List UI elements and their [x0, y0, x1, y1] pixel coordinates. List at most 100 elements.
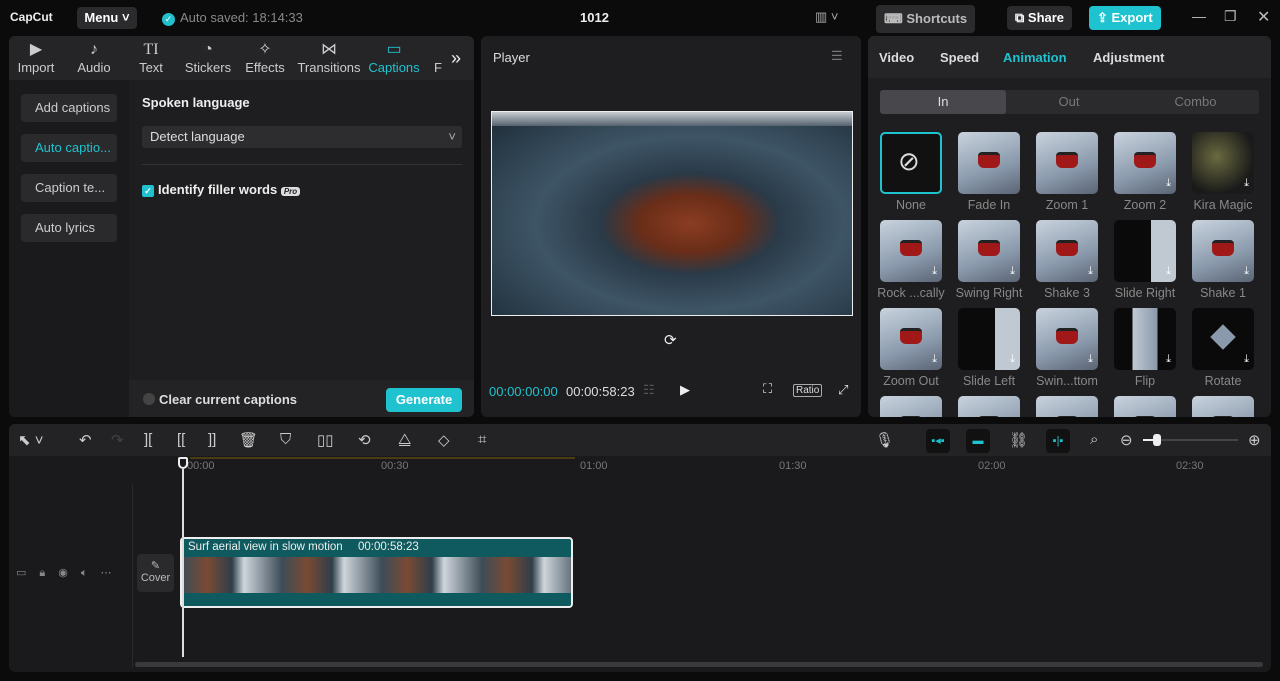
tab-video[interactable]: Video [879, 50, 914, 65]
redo-icon[interactable]: ↷ [111, 431, 124, 449]
animation-thumb[interactable]: ⤓ [1036, 308, 1098, 370]
split-icon[interactable]: ][ [144, 431, 152, 448]
combo-tab[interactable]: Combo [1132, 90, 1259, 114]
language-select[interactable]: Detect language ˅ [142, 126, 462, 148]
generate-button[interactable]: Generate [386, 388, 462, 412]
animation-thumb[interactable]: ⤓ [1114, 132, 1176, 194]
animation-thumb[interactable]: ⤓ [1114, 308, 1176, 370]
rotate-clip-icon[interactable]: ◇ [438, 431, 450, 449]
download-icon[interactable]: ⤓ [1244, 265, 1249, 278]
mirror-icon[interactable]: ⧋ [398, 431, 411, 448]
download-icon[interactable]: ⤓ [1244, 177, 1249, 190]
layout-icon[interactable]: ▥ ˅ [815, 9, 839, 25]
download-icon[interactable]: ⤓ [1010, 265, 1015, 278]
crop-icon[interactable]: ⌗ [478, 431, 486, 448]
zoom-out-icon[interactable]: ⊖ [1120, 431, 1133, 449]
more-icon[interactable]: ⋯ [100, 567, 124, 579]
shortcuts-button[interactable]: ⌨ Shortcuts [876, 5, 976, 33]
tab-adjustment[interactable]: Adjustment [1093, 50, 1165, 65]
in-tab[interactable]: In [880, 90, 1006, 114]
cover-button[interactable]: ✎ Cover [137, 554, 174, 592]
playhead-handle[interactable] [178, 457, 188, 469]
animation-thumb[interactable]: ⤓ [958, 220, 1020, 282]
animation-thumb[interactable] [1114, 396, 1176, 417]
zoom-slider-handle[interactable] [1153, 434, 1162, 446]
animation-thumb[interactable]: ⤓ [958, 308, 1020, 370]
animation-thumb[interactable] [1192, 396, 1254, 417]
animation-thumb[interactable]: ⤓ [1036, 220, 1098, 282]
tab-captions[interactable]: ▭ Captions [367, 40, 421, 75]
tab-text[interactable]: TI Text [133, 40, 169, 75]
eye-icon[interactable]: ◉ [58, 567, 81, 579]
animation-thumb[interactable]: ⊘ [880, 132, 942, 194]
zoom-to-fit-icon[interactable]: ⌕ [1090, 431, 1098, 448]
delete-icon[interactable]: 🗑 [239, 431, 258, 449]
download-icon[interactable]: ⤓ [1166, 177, 1171, 190]
clear-captions-checkbox[interactable]: Clear current captions [143, 392, 297, 407]
animation-thumb[interactable] [1036, 396, 1098, 417]
minimize-icon[interactable]: — [1192, 8, 1206, 24]
animation-thumb[interactable]: ⤓ [880, 308, 942, 370]
fullscreen-crop-icon[interactable]: ⛶ [763, 381, 772, 397]
download-icon[interactable]: ⤓ [1244, 353, 1249, 366]
download-icon[interactable]: ⤓ [1166, 353, 1171, 366]
timeline-list-icon[interactable]: ☷ [643, 382, 655, 398]
tab-audio[interactable]: ♪ Audio [73, 40, 115, 75]
auto-lyrics-button[interactable]: Auto lyrics [21, 214, 117, 242]
animation-thumb[interactable]: ⤓ [1192, 132, 1254, 194]
download-icon[interactable]: ⤓ [1010, 353, 1015, 366]
lock-icon[interactable]: 🔒︎ [39, 567, 58, 579]
animation-thumb[interactable] [880, 396, 942, 417]
filler-words-checkbox[interactable]: ✓ Identify filler words Pro [142, 182, 301, 197]
timeline-scrollbar[interactable] [135, 662, 1263, 667]
playhead[interactable] [182, 469, 184, 657]
rotate-icon[interactable]: ⟳ [664, 331, 677, 349]
split-left-icon[interactable]: [[ [177, 431, 185, 448]
freeze-icon[interactable]: ▯▯ [317, 431, 334, 449]
video-preview[interactable] [491, 111, 853, 316]
animation-thumb[interactable]: ⤓ [880, 220, 942, 282]
play-icon[interactable]: ▶ [680, 382, 690, 398]
export-button[interactable]: ⇪ Export [1089, 6, 1161, 30]
undo-icon[interactable]: ↶ [79, 431, 92, 449]
player-menu-icon[interactable]: ☰ [831, 48, 843, 64]
tab-transitions[interactable]: ⋈ Transitions [297, 40, 361, 75]
video-clip[interactable]: Surf aerial view in slow motion 00:00:58… [180, 537, 573, 608]
expand-icon[interactable]: ⤢ [838, 382, 848, 398]
ratio-button[interactable]: Ratio [793, 384, 823, 397]
tab-speed[interactable]: Speed [940, 50, 979, 65]
download-icon[interactable]: ⤓ [932, 353, 937, 366]
maximize-icon[interactable]: ❐ [1224, 8, 1237, 25]
more-tabs-icon[interactable]: » [451, 48, 461, 69]
main-track-magnet-icon[interactable]: ▪◂▪ [926, 429, 950, 453]
tab-effects[interactable]: ✧ Effects [244, 40, 286, 75]
tab-import[interactable]: ▶ Import [15, 40, 57, 75]
caption-template-button[interactable]: Caption te... [21, 174, 117, 202]
zoom-slider[interactable] [1143, 434, 1238, 446]
animation-thumb[interactable] [958, 132, 1020, 194]
auto-snap-icon[interactable]: ▬ [966, 429, 990, 453]
animation-thumb[interactable]: ⤓ [1192, 308, 1254, 370]
auto-captions-button[interactable]: Auto captio... [21, 134, 117, 162]
link-icon[interactable]: ⛓ [1009, 431, 1028, 449]
reverse-icon[interactable]: ⟲ [358, 431, 371, 449]
close-icon[interactable]: ✕ [1257, 7, 1270, 27]
animation-thumb[interactable]: ⤓ [1192, 220, 1254, 282]
out-tab[interactable]: Out [1006, 90, 1132, 114]
marker-icon[interactable]: ⛉ [280, 431, 291, 448]
download-icon[interactable]: ⤓ [932, 265, 937, 278]
tab-animation[interactable]: Animation [1003, 50, 1067, 65]
download-icon[interactable]: ⤓ [1166, 265, 1171, 278]
animation-thumb[interactable] [1036, 132, 1098, 194]
tab-stickers[interactable]: ◔ Stickers [184, 40, 232, 75]
preview-axis-icon[interactable]: ▪|▪ [1046, 429, 1070, 453]
animation-thumb[interactable]: ⤓ [1114, 220, 1176, 282]
zoom-in-icon[interactable]: ⊕ [1248, 431, 1261, 449]
share-button[interactable]: ⧉ Share [1007, 6, 1073, 30]
select-tool-icon[interactable]: ⬉ ˅ [18, 431, 44, 449]
add-captions-button[interactable]: Add captions [21, 94, 117, 122]
download-icon[interactable]: ⤓ [1088, 265, 1093, 278]
microphone-icon[interactable]: 🎙 [875, 431, 894, 449]
animation-thumb[interactable] [958, 396, 1020, 417]
split-right-icon[interactable]: ]] [208, 431, 216, 448]
